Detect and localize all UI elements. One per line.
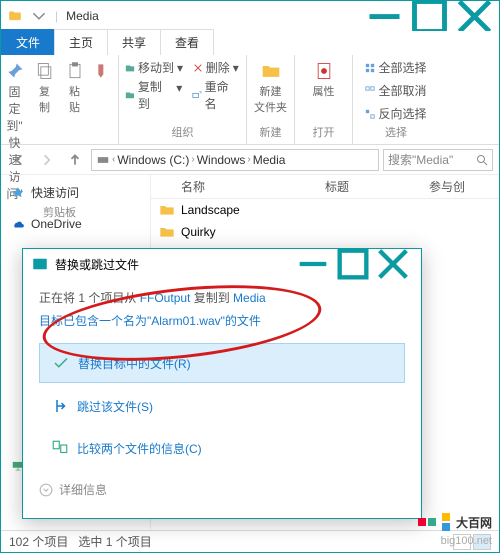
dialog-subtitle: 正在将 1 个项目从 FFOutput 复制到 Media <box>39 289 405 306</box>
sidebar-onedrive[interactable]: OneDrive <box>5 214 146 234</box>
group-select: 选择 <box>359 124 433 140</box>
list-item[interactable]: Landscape <box>151 199 499 221</box>
watermark-logo-icon <box>418 518 436 526</box>
ribbon-tabs: 文件 主页 共享 查看 <box>1 31 499 55</box>
address-bar: ‹ Windows (C:)› Windows› Media 搜索"Media" <box>1 145 499 175</box>
minimize-button[interactable] <box>362 2 407 30</box>
watermark-url: big100.net <box>441 535 492 547</box>
forward-button[interactable] <box>35 148 59 172</box>
titlebar: | Media <box>1 1 499 31</box>
compare-icon <box>51 439 69 457</box>
tab-share[interactable]: 共享 <box>107 29 161 55</box>
check-icon <box>52 354 70 372</box>
dialog-body: 正在将 1 个项目从 FFOutput 复制到 Media 目标已包含一个名为"… <box>23 279 421 518</box>
paste-button[interactable]: 粘贴 <box>63 59 87 117</box>
drive-icon <box>96 153 110 167</box>
tab-view[interactable]: 查看 <box>160 29 214 55</box>
breadcrumb[interactable]: ‹ Windows (C:)› Windows› Media <box>91 149 379 171</box>
clipboard-brush-icon[interactable] <box>93 59 117 83</box>
ribbon: 固定到"快速访问" 复制 粘贴 剪贴板 移动到 ▾ 删除 ▾ 复制到 ▾ 重命名… <box>1 55 499 145</box>
invert-button[interactable]: 反向选择 <box>365 105 426 122</box>
group-organize: 组织 <box>125 124 240 140</box>
search-icon <box>476 154 488 166</box>
col-title[interactable]: 标题 <box>295 178 369 195</box>
watermark: 大百网 <box>418 513 492 531</box>
dialog-close-button[interactable] <box>373 250 413 278</box>
newfolder-button[interactable]: 新建 文件夹 <box>252 59 289 117</box>
breadcrumb-item[interactable]: Windows <box>197 153 246 167</box>
separator: | <box>55 9 58 23</box>
search-placeholder: 搜索"Media" <box>388 151 453 168</box>
delete-button[interactable]: 删除 <box>206 59 230 76</box>
dialog-maximize-button[interactable] <box>333 250 373 278</box>
dialog-title: 替换或跳过文件 <box>55 256 139 273</box>
skip-option[interactable]: 跳过该文件(S) <box>39 387 405 425</box>
copy-button[interactable]: 复制 <box>33 59 57 117</box>
status-bar: 102 个项目 选中 1 个项目 <box>1 530 499 552</box>
rename-button[interactable]: 重命名 <box>205 78 240 112</box>
replace-skip-dialog: 替换或跳过文件 正在将 1 个项目从 FFOutput 复制到 Media 目标… <box>22 248 422 519</box>
maximize-button[interactable] <box>407 2 452 30</box>
skip-icon <box>51 397 69 415</box>
up-button[interactable] <box>63 148 87 172</box>
dialog-message: 目标已包含一个名为"Alarm01.wav"的文件 <box>39 312 405 329</box>
col-contrib[interactable]: 参与创 <box>399 178 485 195</box>
back-button[interactable] <box>7 148 31 172</box>
close-button[interactable] <box>452 2 497 30</box>
moveto-button[interactable]: 移动到 ▾ 删除 ▾ <box>125 59 240 76</box>
breadcrumb-item[interactable]: Windows (C:) <box>117 153 189 167</box>
compare-option[interactable]: 比较两个文件的信息(C) <box>39 429 405 467</box>
dialog-icon <box>31 255 49 273</box>
properties-button[interactable]: 属性 <box>311 59 337 101</box>
status-total: 102 个项目 <box>9 535 68 549</box>
group-open: 打开 <box>301 124 346 140</box>
selectall-button[interactable]: 全部选择 <box>365 59 426 76</box>
chevron-down-icon <box>39 483 53 497</box>
dialog-minimize-button[interactable] <box>293 250 333 278</box>
sidebar-quick-access[interactable]: 快速访问 <box>5 181 146 204</box>
replace-option[interactable]: 替换目标中的文件(R) <box>39 343 405 383</box>
selectnone-button[interactable]: 全部取消 <box>365 82 426 99</box>
status-selected: 选中 1 个项目 <box>78 535 151 549</box>
tab-home[interactable]: 主页 <box>54 29 108 55</box>
tab-file[interactable]: 文件 <box>1 29 55 55</box>
search-input[interactable]: 搜索"Media" <box>383 149 493 171</box>
copyto-button[interactable]: 复制到 ▾ 重命名 <box>125 78 240 112</box>
column-headers: 名称 标题 参与创 <box>151 175 499 199</box>
watermark-logo-icon <box>442 513 450 531</box>
window-title: Media <box>66 9 99 23</box>
dialog-titlebar: 替换或跳过文件 <box>23 249 421 279</box>
group-new: 新建 <box>253 124 288 140</box>
list-item[interactable]: Quirky <box>151 221 499 243</box>
down-caret-icon[interactable] <box>29 6 49 26</box>
details-toggle[interactable]: 详细信息 <box>39 475 405 504</box>
col-name[interactable]: 名称 <box>151 178 225 195</box>
breadcrumb-item[interactable]: Media <box>253 153 286 167</box>
folder-icon <box>5 6 25 26</box>
